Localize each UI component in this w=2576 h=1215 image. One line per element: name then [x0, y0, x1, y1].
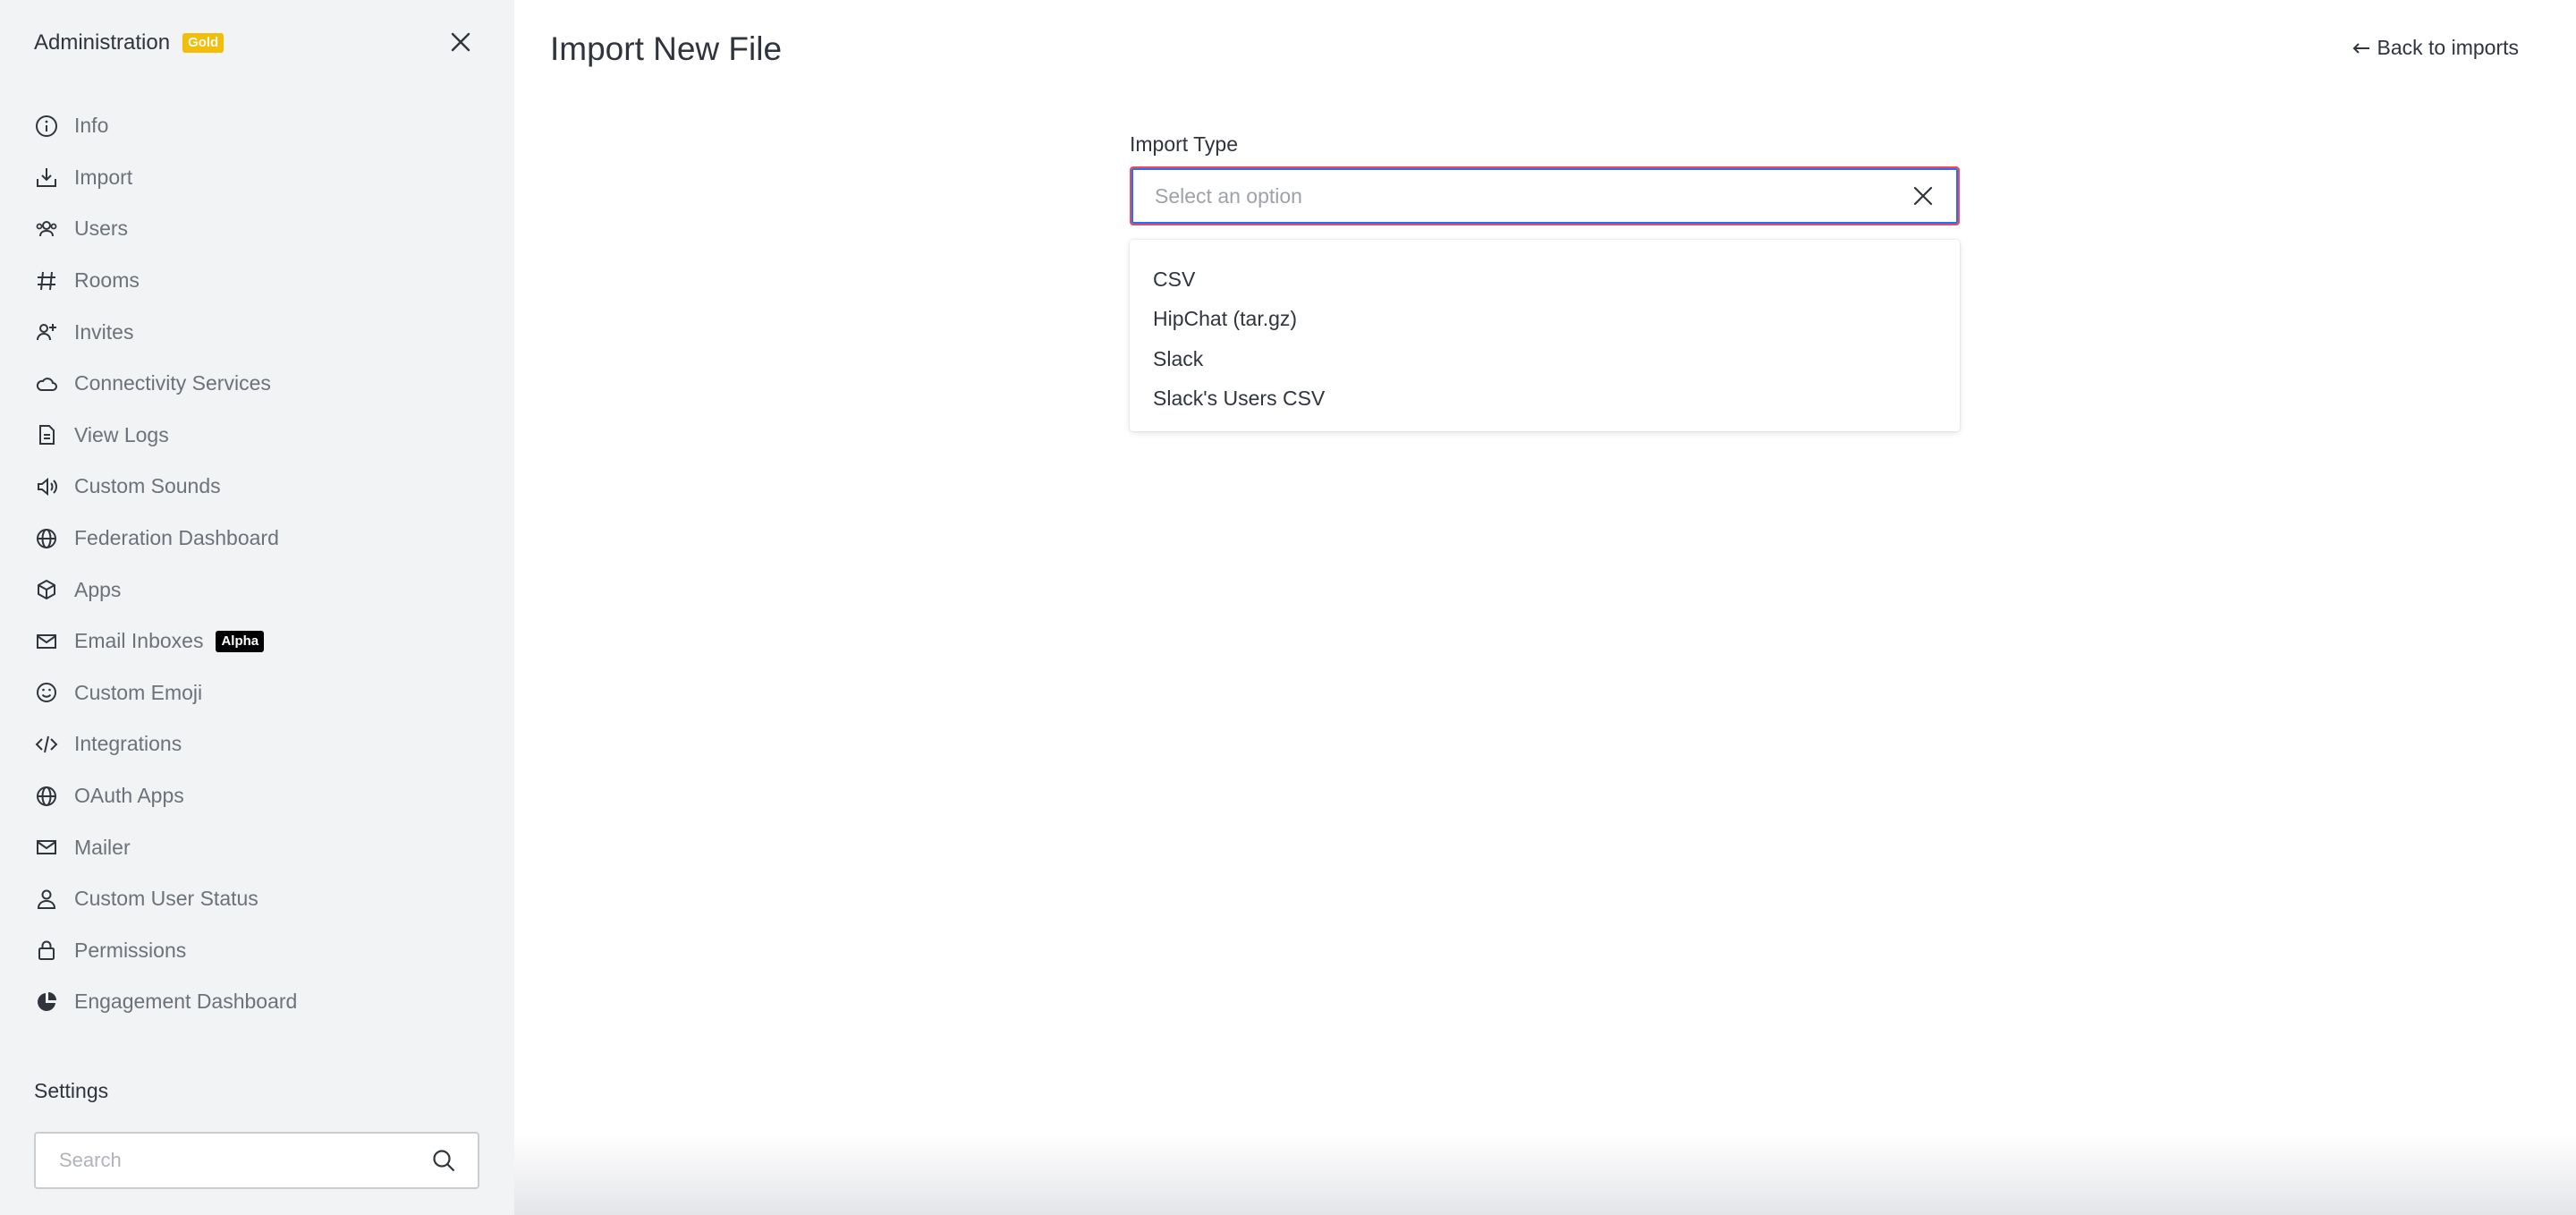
select-placeholder: Select an option: [1155, 183, 1302, 208]
sidebar-header: Administration Gold: [34, 27, 225, 59]
settings-heading: Settings: [34, 1079, 109, 1102]
globe-icon: [34, 526, 59, 551]
sidebar-item-rooms[interactable]: Rooms: [34, 255, 499, 307]
import-type-select[interactable]: Select an option: [1130, 166, 1960, 225]
sidebar-item-label: Mailer: [74, 835, 131, 859]
sidebar-item-email-inboxes[interactable]: Email Inboxes Alpha: [34, 616, 499, 667]
sidebar-item-label: Rooms: [74, 268, 140, 293]
globe-icon: [34, 784, 59, 809]
option-slack[interactable]: Slack: [1130, 339, 1960, 379]
sidebar-item-label: Connectivity Services: [74, 371, 271, 395]
search-icon[interactable]: [431, 1147, 458, 1174]
pie-chart-icon: [34, 990, 59, 1015]
sidebar-item-label: Custom Emoji: [74, 680, 203, 704]
sidebar-item-federation-dashboard[interactable]: Federation Dashboard: [34, 513, 499, 565]
user-icon: [34, 887, 59, 912]
bottom-shadow: [514, 1134, 2576, 1215]
admin-sidebar: Administration Gold Info Import Users Ro…: [0, 0, 514, 1215]
sidebar-item-label: Info: [74, 114, 109, 138]
sidebar-item-label: Integrations: [74, 732, 182, 756]
sidebar-item-label: Users: [74, 217, 129, 241]
main-content: Import New File Back to imports Import T…: [514, 0, 2576, 1215]
info-icon: [34, 114, 59, 139]
mail-icon: [34, 629, 59, 654]
admin-nav: Info Import Users Rooms Invites Connecti…: [34, 100, 499, 1028]
sidebar-item-label: Federation Dashboard: [74, 526, 279, 550]
sidebar-item-label: Import: [74, 165, 133, 189]
sidebar-item-label: Custom Sounds: [74, 474, 221, 498]
sidebar-item-label: Apps: [74, 577, 122, 601]
sidebar-item-label: Permissions: [74, 938, 187, 962]
sidebar-item-users[interactable]: Users: [34, 203, 499, 255]
gold-badge: Gold: [182, 33, 225, 53]
sidebar-item-label: View Logs: [74, 422, 169, 446]
arrow-left-icon: [2352, 42, 2370, 55]
user-plus-icon: [34, 319, 59, 344]
users-icon: [34, 217, 59, 242]
sidebar-item-integrations[interactable]: Integrations: [34, 718, 499, 770]
sidebar-item-invites[interactable]: Invites: [34, 306, 499, 358]
settings-search-input[interactable]: [57, 1148, 431, 1173]
page-title: Import New File: [550, 30, 783, 67]
emoji-icon: [34, 680, 59, 705]
hashtag-icon: [34, 268, 59, 293]
sidebar-item-custom-emoji[interactable]: Custom Emoji: [34, 667, 499, 719]
sidebar-item-oauth-apps[interactable]: OAuth Apps: [34, 770, 499, 822]
sidebar-item-apps[interactable]: Apps: [34, 564, 499, 616]
sidebar-item-custom-user-status[interactable]: Custom User Status: [34, 873, 499, 925]
sidebar-item-custom-sounds[interactable]: Custom Sounds: [34, 461, 499, 513]
sidebar-item-info[interactable]: Info: [34, 100, 499, 152]
import-type-label: Import Type: [1130, 132, 1239, 156]
mail-icon: [34, 835, 59, 860]
option-slack-users-csv[interactable]: Slack's Users CSV: [1130, 379, 1960, 420]
clear-selection-button[interactable]: [1910, 183, 1936, 209]
back-to-imports-button[interactable]: Back to imports: [2352, 36, 2520, 60]
close-sidebar-button[interactable]: [445, 27, 476, 57]
sidebar-item-label: Engagement Dashboard: [74, 990, 298, 1014]
import-type-dropdown: CSV HipChat (tar.gz) Slack Slack's Users…: [1130, 240, 1960, 431]
sidebar-item-label: Custom User Status: [74, 887, 258, 911]
close-icon: [451, 32, 470, 52]
back-to-imports-label: Back to imports: [2377, 36, 2520, 59]
code-icon: [34, 732, 59, 757]
option-hipchat[interactable]: HipChat (tar.gz): [1130, 300, 1960, 340]
sidebar-item-engagement-dashboard[interactable]: Engagement Dashboard: [34, 976, 499, 1028]
cloud-icon: [34, 371, 59, 396]
speaker-icon: [34, 474, 59, 499]
alpha-badge: Alpha: [216, 630, 265, 652]
import-icon: [34, 165, 59, 190]
file-icon: [34, 422, 59, 447]
sidebar-item-mailer[interactable]: Mailer: [34, 821, 499, 873]
sidebar-item-permissions[interactable]: Permissions: [34, 925, 499, 977]
settings-search-box[interactable]: [34, 1132, 479, 1189]
sidebar-item-view-logs[interactable]: View Logs: [34, 410, 499, 462]
sidebar-item-label: OAuth Apps: [74, 784, 184, 808]
cube-icon: [34, 577, 59, 602]
sidebar-item-label: Email Inboxes: [74, 629, 204, 653]
sidebar-item-import[interactable]: Import: [34, 152, 499, 204]
sidebar-item-label: Invites: [74, 319, 134, 344]
close-icon: [1913, 186, 1933, 206]
lock-icon: [34, 938, 59, 963]
option-csv[interactable]: CSV: [1130, 259, 1960, 300]
sidebar-title: Administration: [34, 30, 171, 55]
sidebar-item-connectivity-services[interactable]: Connectivity Services: [34, 358, 499, 410]
